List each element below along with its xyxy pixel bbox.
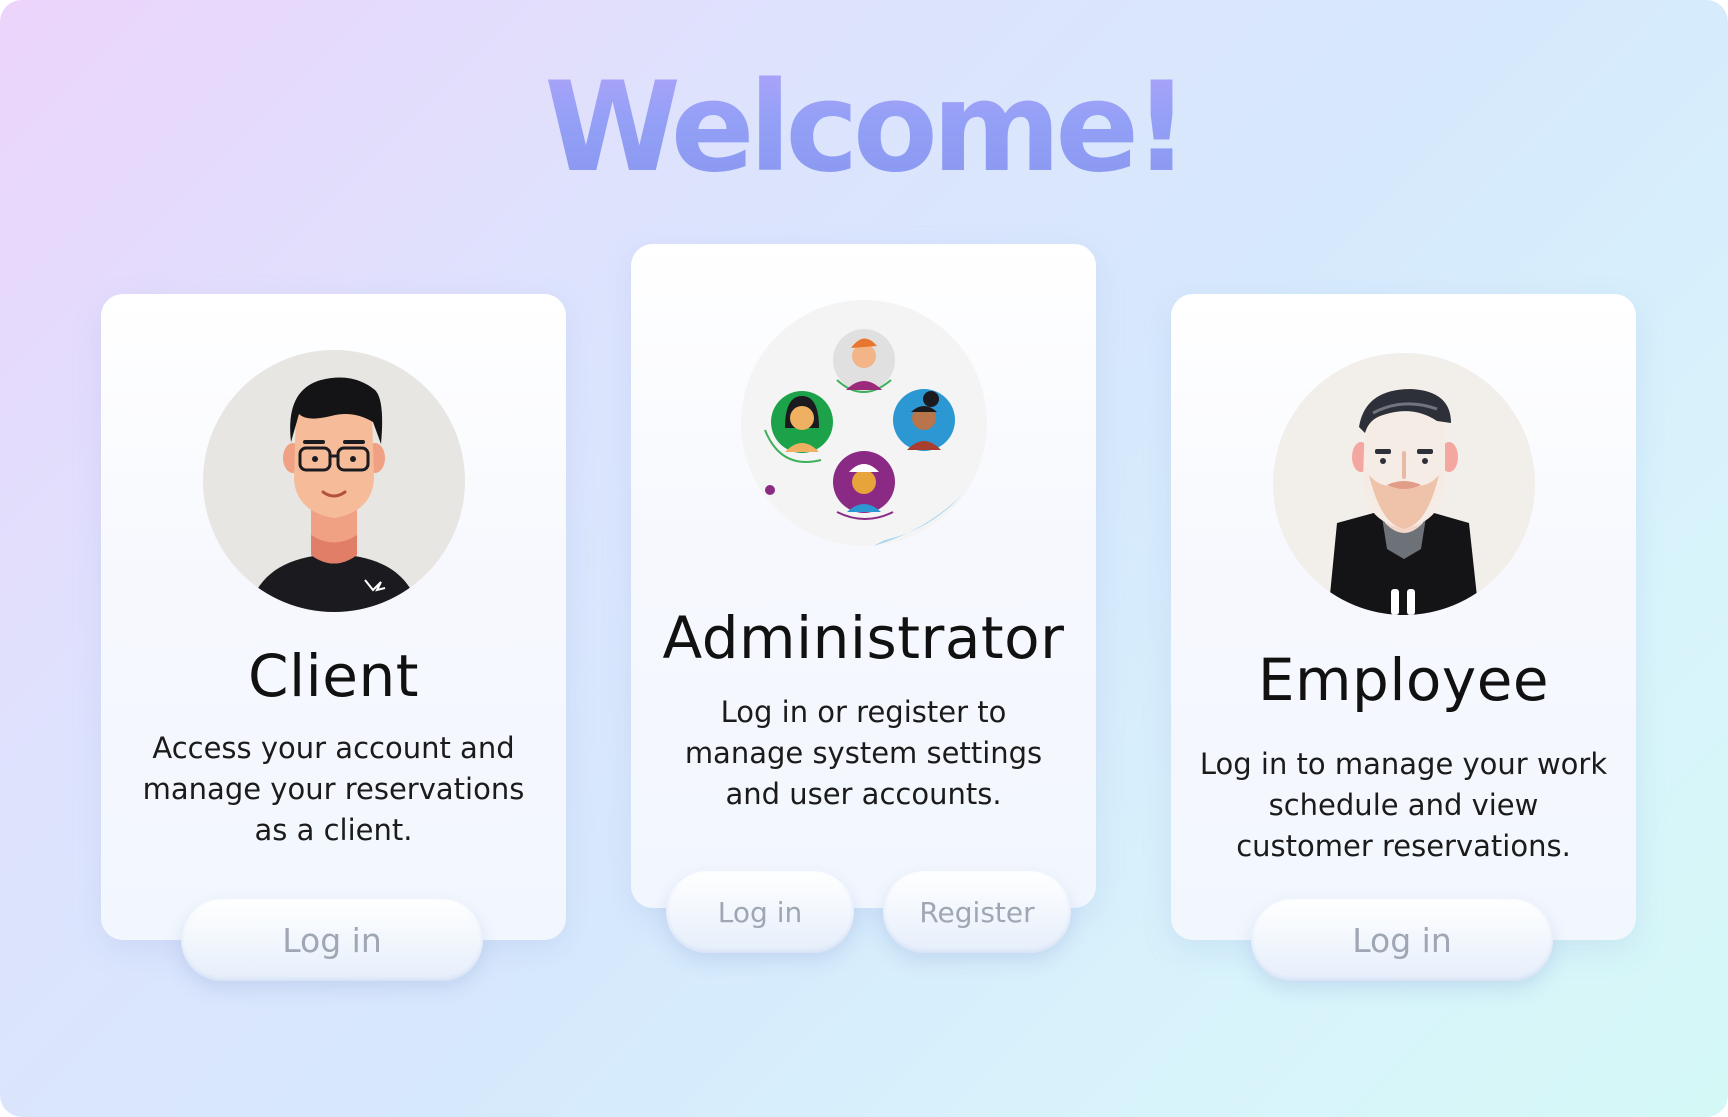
administrator-description: Log in or register to manage system sett… <box>684 695 1043 811</box>
administrator-card: Administrator Log in or register to mana… <box>631 244 1096 908</box>
employee-description: Log in to manage your work schedule and … <box>1199 747 1608 863</box>
welcome-screen: Welcome! Client Access your account and … <box>0 0 1728 1117</box>
client-card: Client Access your account and manage yo… <box>101 294 566 940</box>
employee-login-button[interactable]: Log in <box>1251 899 1553 981</box>
client-login-button[interactable]: Log in <box>181 899 483 981</box>
client-description: Access your account and manage your rese… <box>142 731 525 847</box>
administrator-register-button[interactable]: Register <box>883 871 1071 953</box>
employee-card: Employee Log in to manage your work sche… <box>1171 294 1636 940</box>
employee-avatar-icon <box>1272 353 1535 615</box>
administrator-avatar-icon <box>733 300 995 550</box>
page-title: Welcome! <box>0 48 1728 208</box>
administrator-title: Administrator <box>662 604 1065 672</box>
client-avatar-icon <box>202 350 465 612</box>
administrator-login-button[interactable]: Log in <box>666 871 854 953</box>
employee-title: Employee <box>1257 646 1550 714</box>
client-title: Client <box>248 642 419 710</box>
